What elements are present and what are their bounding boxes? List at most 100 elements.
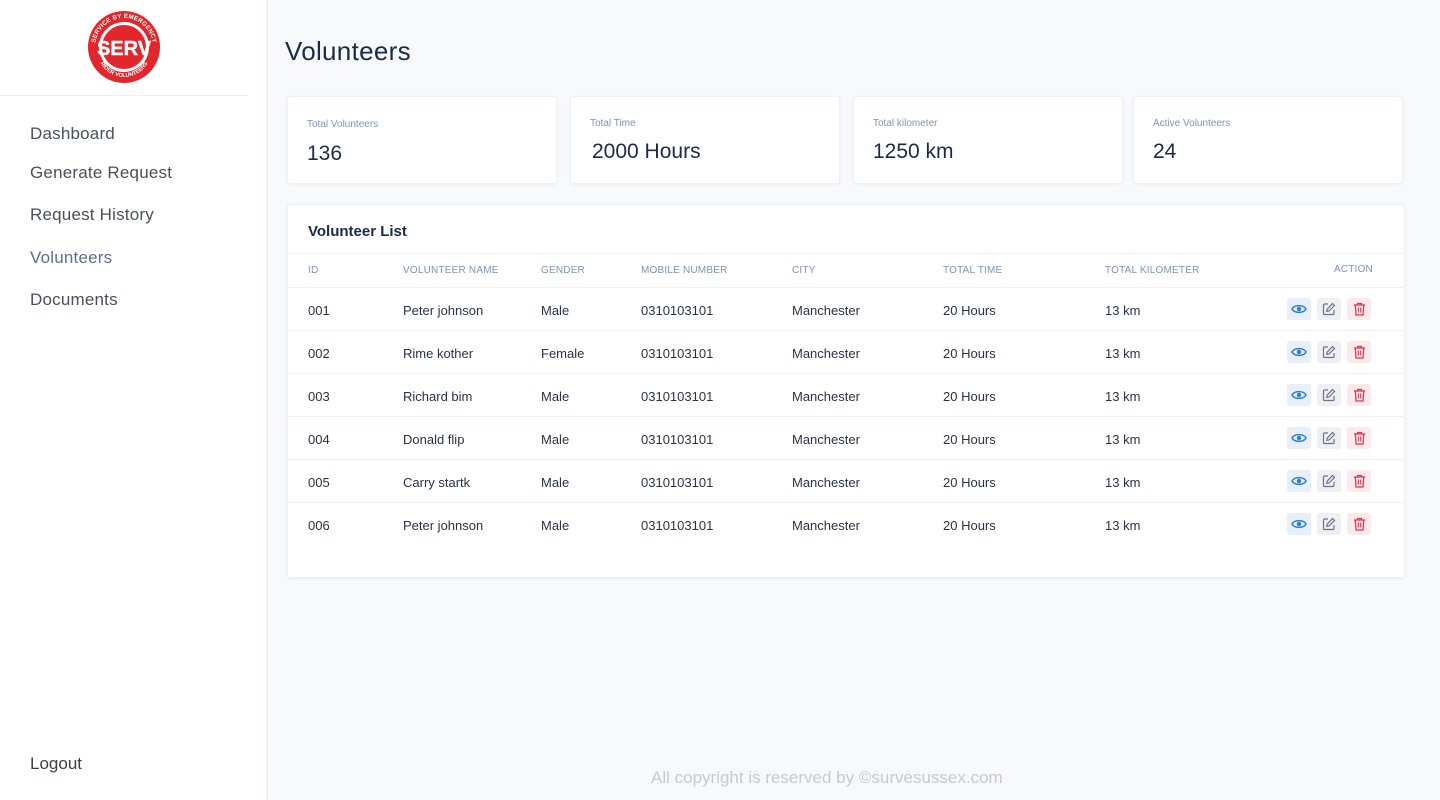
- cell-total-time: 20 Hours: [943, 346, 996, 361]
- cell-volunteer-name: Peter johnson: [403, 303, 484, 318]
- cell-mobile-number: 0310103101: [641, 518, 714, 533]
- edit-button[interactable]: [1317, 513, 1341, 535]
- cell-id: 003: [308, 389, 330, 404]
- edit-button[interactable]: [1317, 298, 1341, 320]
- cell-total-time: 20 Hours: [943, 389, 996, 404]
- trash-icon: [1353, 345, 1366, 359]
- stat-label: Total Volunteers: [307, 119, 379, 130]
- view-button[interactable]: [1287, 298, 1311, 320]
- cell-gender: Male: [541, 518, 570, 533]
- stat-label: Total kilometer: [873, 118, 938, 129]
- edit-icon: [1322, 345, 1336, 359]
- table-row: 005 Carry startk Male 0310103101 Manchester 2…: [288, 459, 1404, 502]
- edit-icon: [1322, 517, 1336, 531]
- stat-label: Total Time: [590, 118, 636, 129]
- stat-value: 2000 Hours: [592, 140, 701, 163]
- stat-value: 24: [1153, 140, 1177, 163]
- cell-total-time: 20 Hours: [943, 303, 996, 318]
- logo-area: SERVICE BY EMERGENCY RIDER VOLUNTEERS SE…: [0, 0, 248, 96]
- sidebar-item-request-history[interactable]: Request History: [30, 205, 154, 225]
- svg-text:SERV: SERV: [97, 38, 152, 60]
- eye-icon: [1291, 346, 1307, 358]
- table-row: 002 Rime kother Female 0310103101 Manchester…: [288, 330, 1404, 373]
- cell-id: 006: [308, 518, 330, 533]
- eye-icon: [1291, 475, 1307, 487]
- eye-icon: [1291, 303, 1307, 315]
- cell-total-time: 20 Hours: [943, 518, 996, 533]
- view-button[interactable]: [1287, 513, 1311, 535]
- column-header-total-time: Total Time: [943, 265, 1003, 276]
- trash-icon: [1353, 302, 1366, 316]
- trash-icon: [1353, 431, 1366, 445]
- delete-button[interactable]: [1347, 470, 1371, 492]
- cell-city: Manchester: [792, 303, 860, 318]
- table-row: 006 Peter johnson Male 0310103101 Manchester…: [288, 502, 1404, 545]
- cell-volunteer-name: Donald flip: [403, 432, 465, 447]
- stat-card-total-kilometer: Total kilometer 1250 km: [853, 96, 1123, 184]
- footer-copyright: All copyright is reserved by ©survesusse…: [651, 768, 1003, 787]
- edit-icon: [1322, 431, 1336, 445]
- cell-mobile-number: 0310103101: [641, 432, 714, 447]
- view-button[interactable]: [1287, 427, 1311, 449]
- eye-icon: [1291, 432, 1307, 444]
- eye-icon: [1291, 518, 1307, 530]
- view-button[interactable]: [1287, 470, 1311, 492]
- cell-volunteer-name: Rime kother: [403, 346, 474, 361]
- cell-id: 005: [308, 475, 330, 490]
- cell-id: 001: [308, 303, 330, 318]
- cell-mobile-number: 0310103101: [641, 475, 714, 490]
- cell-id: 002: [308, 346, 330, 361]
- column-header-gender: Gender: [541, 265, 585, 276]
- view-button[interactable]: [1287, 384, 1311, 406]
- cell-total-kilometer: 13 km: [1105, 475, 1141, 490]
- delete-button[interactable]: [1347, 341, 1371, 363]
- cell-total-time: 20 Hours: [943, 475, 996, 490]
- cell-total-kilometer: 13 km: [1105, 432, 1141, 447]
- volunteer-list-card: Volunteer List ID Volunteer Name Gender …: [287, 204, 1405, 578]
- edit-button[interactable]: [1317, 384, 1341, 406]
- cell-city: Manchester: [792, 346, 860, 361]
- cell-total-kilometer: 13 km: [1105, 346, 1141, 361]
- column-header-action: Action: [1334, 264, 1373, 275]
- serv-logo[interactable]: SERVICE BY EMERGENCY RIDER VOLUNTEERS SE…: [85, 10, 163, 84]
- cell-city: Manchester: [792, 432, 860, 447]
- sidebar: SERVICE BY EMERGENCY RIDER VOLUNTEERS SE…: [0, 0, 268, 800]
- delete-button[interactable]: [1347, 298, 1371, 320]
- edit-button[interactable]: [1317, 470, 1341, 492]
- stat-card-active-volunteers: Active Volunteers 24: [1133, 96, 1403, 184]
- eye-icon: [1291, 389, 1307, 401]
- cell-gender: Male: [541, 475, 570, 490]
- edit-button[interactable]: [1317, 427, 1341, 449]
- table-row: 001 Peter johnson Male 0310103101 Manchester…: [288, 287, 1404, 330]
- delete-button[interactable]: [1347, 384, 1371, 406]
- cell-city: Manchester: [792, 518, 860, 533]
- cell-gender: Male: [541, 389, 570, 404]
- sidebar-item-dashboard[interactable]: Dashboard: [30, 124, 115, 144]
- cell-total-kilometer: 13 km: [1105, 303, 1141, 318]
- cell-city: Manchester: [792, 389, 860, 404]
- delete-button[interactable]: [1347, 513, 1371, 535]
- volunteer-list-title: Volunteer List: [308, 223, 407, 240]
- stat-card-total-time: Total Time 2000 Hours: [570, 96, 840, 184]
- cell-volunteer-name: Peter johnson: [403, 518, 484, 533]
- logout-link[interactable]: Logout: [30, 754, 82, 774]
- cell-volunteer-name: Carry startk: [403, 475, 471, 490]
- cell-total-kilometer: 13 km: [1105, 389, 1141, 404]
- delete-button[interactable]: [1347, 427, 1371, 449]
- sidebar-item-volunteers[interactable]: Volunteers: [30, 248, 112, 268]
- trash-icon: [1353, 517, 1366, 531]
- page-title: Volunteers: [285, 36, 411, 66]
- edit-button[interactable]: [1317, 341, 1341, 363]
- column-header-city: City: [792, 265, 816, 276]
- sidebar-item-generate-request[interactable]: Generate Request: [30, 163, 172, 183]
- cell-gender: Male: [541, 303, 570, 318]
- cell-mobile-number: 0310103101: [641, 303, 714, 318]
- sidebar-item-documents[interactable]: Documents: [30, 290, 118, 310]
- cell-total-time: 20 Hours: [943, 432, 996, 447]
- stat-value: 136: [307, 142, 343, 165]
- view-button[interactable]: [1287, 341, 1311, 363]
- column-header-volunteer-name: Volunteer Name: [403, 265, 499, 276]
- cell-total-kilometer: 13 km: [1105, 518, 1141, 533]
- cell-volunteer-name: Richard bim: [403, 389, 473, 404]
- cell-city: Manchester: [792, 475, 860, 490]
